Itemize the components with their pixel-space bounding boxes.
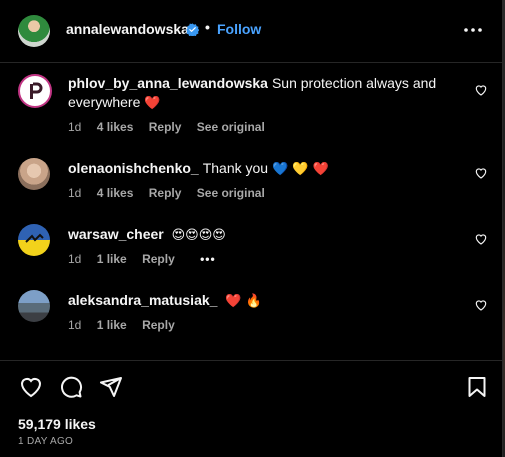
avatar[interactable]	[18, 74, 52, 108]
comment-text: phlov_by_anna_lewandowska Sun protection …	[68, 74, 438, 113]
comment-meta: 1d 4 likes Reply See original	[68, 186, 277, 200]
cheer-figure-icon	[25, 233, 44, 243]
comment-more-icon[interactable]: •••	[200, 252, 216, 266]
follow-button[interactable]: Follow	[217, 21, 261, 37]
post-time: 1 DAY AGO	[18, 436, 74, 447]
avatar[interactable]	[18, 224, 50, 256]
comment-username[interactable]: warsaw_cheer	[68, 226, 164, 242]
heart-icon[interactable]	[474, 166, 488, 180]
comment-time: 1d	[68, 120, 82, 134]
comment-emoji: 💙 💛 ❤️	[271, 162, 329, 177]
avatar[interactable]	[18, 158, 50, 190]
see-original-button[interactable]: See original	[197, 186, 265, 200]
comment-meta: 1d 1 like Reply •••	[68, 252, 228, 266]
comment-emoji: 😍😍😍😍	[171, 228, 226, 243]
comment-likes[interactable]: 1 like	[97, 252, 127, 266]
comment-text: aleksandra_matusiak_ ❤️ 🔥	[68, 291, 438, 311]
comment-body: Sun protection always and	[271, 75, 437, 91]
header-username[interactable]: annalewandowska	[66, 21, 189, 37]
comment-username[interactable]: phlov_by_anna_lewandowska	[68, 75, 268, 91]
reply-button[interactable]: Reply	[142, 318, 175, 332]
comment-text: warsaw_cheer 😍😍😍😍	[68, 225, 438, 245]
comment-time: 1d	[68, 318, 82, 332]
bookmark-icon[interactable]	[465, 375, 489, 399]
reply-button[interactable]: Reply	[149, 120, 182, 134]
comment-likes[interactable]: 4 likes	[97, 186, 134, 200]
see-original-button[interactable]: See original	[197, 120, 265, 134]
comment-meta: 1d 4 likes Reply See original	[68, 120, 277, 134]
heart-icon[interactable]	[474, 232, 488, 246]
separator-dot: •	[205, 19, 210, 35]
post-header: annalewandowska • Follow	[0, 0, 502, 63]
comment-username[interactable]: olenaonishchenko_	[68, 160, 199, 176]
comment-body-cont: everywhere	[68, 94, 145, 110]
heart-icon[interactable]	[474, 298, 488, 312]
comment-meta: 1d 1 like Reply	[68, 318, 187, 332]
heart-icon[interactable]	[474, 83, 488, 97]
comment-likes[interactable]: 4 likes	[97, 120, 134, 134]
likes-count[interactable]: 59,179 likes	[18, 416, 96, 432]
share-icon[interactable]	[99, 375, 123, 399]
verified-badge-icon	[186, 23, 199, 36]
avatar[interactable]	[18, 290, 50, 322]
comment-body: Thank you	[202, 160, 269, 176]
avatar[interactable]	[18, 15, 50, 47]
brand-logo-icon	[30, 82, 43, 99]
comment-icon[interactable]	[59, 375, 83, 399]
comment-likes[interactable]: 1 like	[97, 318, 127, 332]
more-horizontal-icon[interactable]	[462, 20, 484, 40]
reply-button[interactable]: Reply	[149, 186, 182, 200]
divider	[0, 360, 502, 361]
comment-username[interactable]: aleksandra_matusiak_	[68, 292, 217, 308]
reply-button[interactable]: Reply	[142, 252, 175, 266]
comment-time: 1d	[68, 252, 82, 266]
comment-time: 1d	[68, 186, 82, 200]
like-heart-icon[interactable]	[19, 375, 43, 399]
comment-emoji: ❤️ 🔥	[225, 294, 262, 309]
post-panel: annalewandowska • Follow phlov_by_anna_l…	[0, 0, 503, 457]
comment-text: olenaonishchenko_ Thank you 💙 💛 ❤️	[68, 159, 438, 179]
comment-emoji: ❤️	[144, 96, 161, 111]
